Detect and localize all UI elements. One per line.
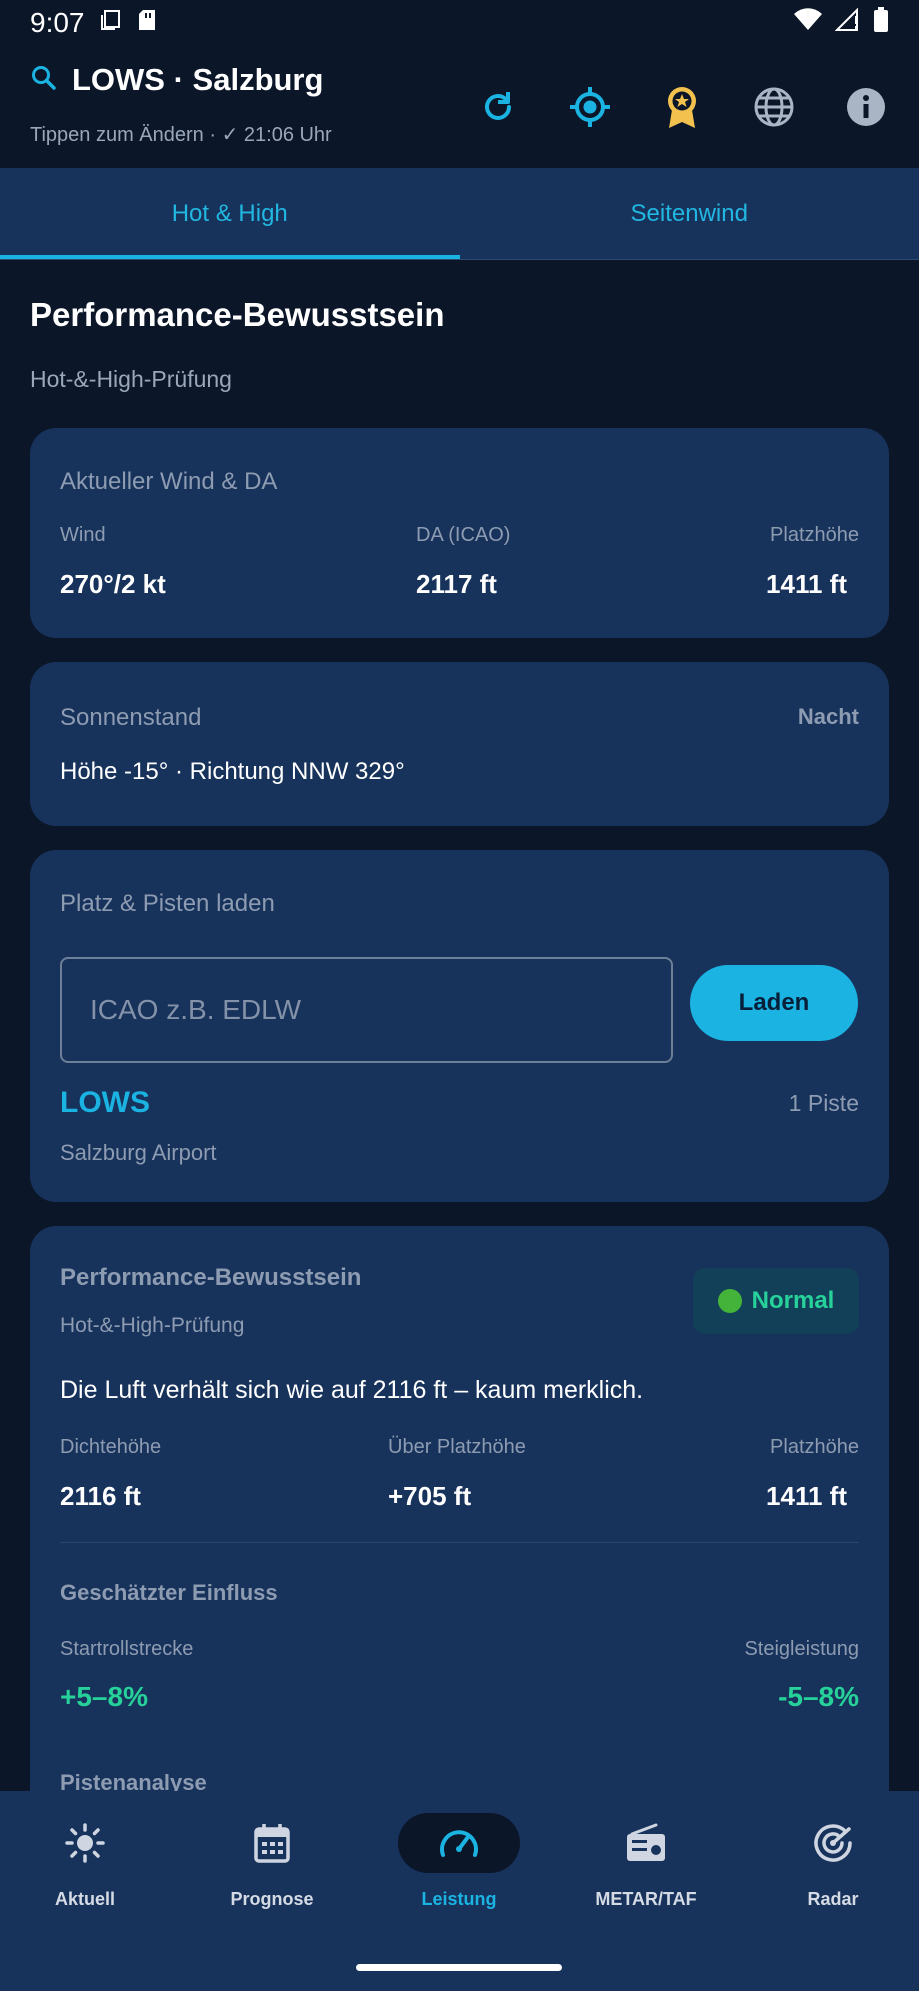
award-badge-icon[interactable] [659, 84, 705, 130]
globe-icon[interactable] [751, 84, 797, 130]
nav-label: Leistung [421, 1889, 497, 1909]
runway-count: 1 Piste [788, 1090, 859, 1116]
metric-label: Steigleistung [744, 1638, 859, 1660]
nav-label: Aktuell [54, 1889, 115, 1909]
radar-icon [772, 1813, 894, 1873]
location-target-icon[interactable] [567, 84, 613, 130]
refresh-icon[interactable] [475, 84, 521, 130]
card-title: Aktueller Wind & DA [60, 468, 278, 495]
tab-bar: Hot & High Seitenwind [0, 168, 919, 260]
card-subtitle: Hot-&-High-Prüfung [60, 1314, 245, 1337]
screenshot-notification-icon [99, 7, 123, 39]
metric-label: Über Platzhöhe [388, 1436, 526, 1458]
metric-label: Startrollstrecke [60, 1638, 194, 1660]
toolbar-actions [475, 84, 889, 130]
nav-leistung[interactable]: Leistung [384, 1813, 534, 1933]
nav-metar-taf[interactable]: METAR/TAF [571, 1813, 721, 1933]
wind-metric: Wind 270°/2 kt [60, 524, 166, 600]
impact-heading: Geschätzter Einfluss [60, 1580, 278, 1605]
density-altitude-value: 2117 ft [416, 569, 497, 599]
card-title: Platz & Pisten laden [60, 890, 275, 917]
green-circle-icon [717, 1289, 742, 1313]
tab-hot-high[interactable]: Hot & High [0, 168, 460, 260]
elevation-value: 1411 ft [766, 1481, 847, 1511]
divider [60, 1542, 859, 1543]
app-screen: 9:07 LOWS · Salzburg Tippen zum Ändern ·… [0, 0, 919, 1991]
speedometer-icon [398, 1813, 520, 1873]
airport-code: LOWS [60, 1086, 150, 1119]
runway-analysis-heading: Pistenanalyse [60, 1770, 207, 1791]
calendar-icon [211, 1813, 333, 1873]
home-indicator[interactable] [356, 1964, 562, 1971]
page-subtitle: Hot-&-High-Prüfung [30, 366, 232, 392]
tab-label: Hot & High [171, 200, 288, 227]
clock: 9:07 [30, 7, 85, 38]
sd-card-icon [137, 7, 157, 39]
tab-seitenwind[interactable]: Seitenwind [460, 168, 919, 260]
status-bar: 9:07 [0, 0, 919, 46]
wind-da-card: Aktueller Wind & DA Wind 270°/2 kt DA (I… [30, 428, 889, 638]
wind-value: 270°/2 kt [60, 569, 166, 599]
day-night-status: Nacht [797, 704, 859, 729]
density-altitude-value: 2116 ft [60, 1481, 141, 1511]
metric-label: Dichtehöhe [60, 1436, 162, 1458]
elevation-value: 1411 ft [766, 569, 847, 599]
metric-label: Platzhöhe [770, 1436, 859, 1458]
card-title: Sonnenstand [60, 704, 202, 731]
battery-icon [873, 6, 889, 40]
airport-load-card: Platz & Pisten laden Laden LOWS 1 Piste … [30, 850, 889, 1202]
climb-performance-metric: Steigleistung -5–8% [744, 1638, 859, 1713]
nav-label: METAR/TAF [595, 1889, 697, 1909]
info-icon[interactable] [843, 84, 889, 130]
performance-description: Die Luft verhält sich wie auf 2116 ft – … [60, 1376, 644, 1404]
station-subtitle[interactable]: Tippen zum Ändern · ✓ 21:06 Uhr [30, 122, 332, 147]
icao-input[interactable] [60, 957, 673, 1063]
wifi-icon [793, 7, 823, 39]
metric-label: DA (ICAO) [416, 524, 511, 546]
density-altitude-metric: Dichtehöhe 2116 ft [60, 1436, 161, 1512]
elevation-metric: Platzhöhe 1411 ft [766, 524, 859, 600]
takeoff-roll-metric: Startrollstrecke +5–8% [60, 1638, 193, 1713]
metric-label: Platzhöhe [770, 524, 859, 546]
card-title: Performance-Bewusstsein [60, 1264, 362, 1291]
signal-icon [834, 7, 861, 39]
airport-name: Salzburg Airport [60, 1140, 217, 1165]
nav-aktuell[interactable]: Aktuell [10, 1813, 160, 1933]
sun-icon [24, 1813, 146, 1873]
sun-detail: Höhe -15° · Richtung NNW 329° [60, 758, 405, 785]
takeoff-roll-value: +5–8% [60, 1681, 148, 1712]
search-icon [30, 64, 58, 97]
status-badge-label: Normal [751, 1287, 835, 1314]
sun-position-card: Sonnenstand Nacht Höhe -15° · Richtung N… [30, 662, 889, 826]
radio-icon [585, 1813, 707, 1873]
above-elevation-metric: Über Platzhöhe +705 ft [388, 1436, 526, 1512]
climb-performance-value: -5–8% [778, 1681, 859, 1712]
load-button[interactable]: Laden [690, 965, 858, 1041]
page-title: Performance-Bewusstsein [30, 296, 445, 333]
bottom-navigation: Aktuell Prognose Leistung METAR/TAF Rada… [0, 1791, 919, 1991]
status-badge: Normal [693, 1268, 859, 1334]
density-altitude-metric: DA (ICAO) 2117 ft [416, 524, 510, 600]
nav-label: Prognose [230, 1889, 314, 1909]
tab-label: Seitenwind [630, 200, 748, 227]
nav-radar[interactable]: Radar [758, 1813, 908, 1933]
station-title: LOWS · Salzburg [72, 62, 324, 97]
nav-label: Radar [807, 1889, 859, 1909]
above-elevation-value: +705 ft [388, 1481, 472, 1511]
main-content[interactable]: Performance-Bewusstsein Hot-&-High-Prüfu… [0, 260, 919, 1791]
top-bar: LOWS · Salzburg Tippen zum Ändern · ✓ 21… [0, 46, 919, 168]
nav-prognose[interactable]: Prognose [197, 1813, 347, 1933]
elevation-metric: Platzhöhe 1411 ft [766, 1436, 859, 1512]
metric-label: Wind [60, 524, 106, 546]
station-selector[interactable]: LOWS · Salzburg [30, 62, 323, 98]
performance-card: Performance-Bewusstsein Hot-&-High-Prüfu… [30, 1226, 889, 1791]
